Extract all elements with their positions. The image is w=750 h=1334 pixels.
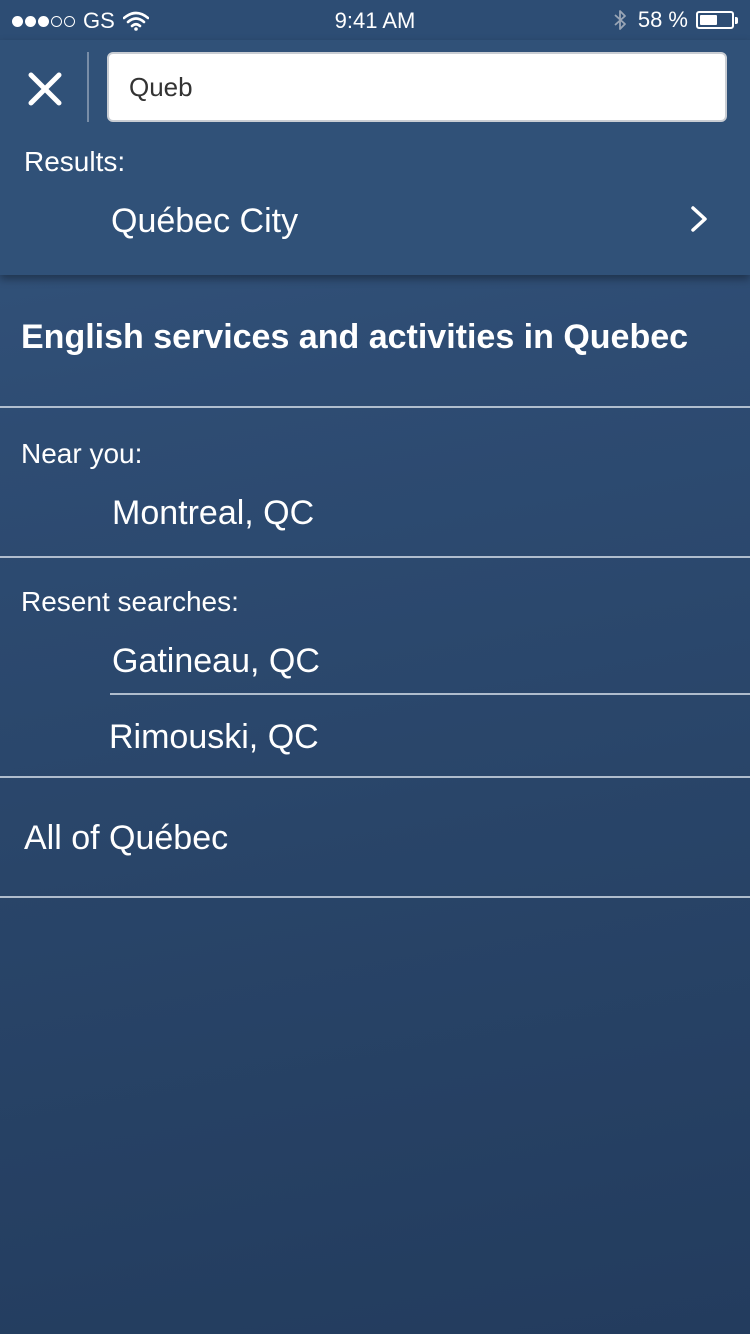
battery-level: [700, 15, 717, 25]
close-icon: [28, 72, 62, 106]
divider: [110, 693, 750, 695]
status-bar: GS 9:41 AM 58 %: [0, 0, 750, 40]
chevron-right-icon: [691, 206, 707, 232]
divider: [87, 52, 89, 122]
close-button[interactable]: [22, 66, 68, 112]
bluetooth-icon: [614, 10, 626, 30]
recent-search-item[interactable]: Gatineau, QC: [112, 642, 320, 681]
battery-percent: 58 %: [637, 7, 688, 32]
search-input[interactable]: [107, 52, 727, 122]
battery-tip: [735, 16, 738, 24]
near-you-label: Near you:: [21, 438, 143, 469]
status-right: 58 %: [612, 7, 738, 33]
divider: [0, 896, 750, 898]
battery-icon: [696, 11, 734, 29]
result-item[interactable]: Québec City: [0, 190, 750, 254]
result-item-label: Québec City: [111, 202, 299, 240]
divider: [0, 556, 750, 558]
all-of-quebec-item[interactable]: All of Québec: [24, 819, 228, 858]
page-heading: English services and activities in Quebe…: [21, 318, 689, 356]
near-you-item[interactable]: Montreal, QC: [112, 494, 314, 533]
search-panel: Results: Québec City: [0, 40, 750, 275]
divider: [0, 406, 750, 408]
recent-searches-label: Resent searches:: [21, 586, 239, 617]
recent-search-item[interactable]: Rimouski, QC: [109, 718, 319, 757]
divider: [0, 776, 750, 778]
results-label: Results:: [24, 146, 126, 177]
